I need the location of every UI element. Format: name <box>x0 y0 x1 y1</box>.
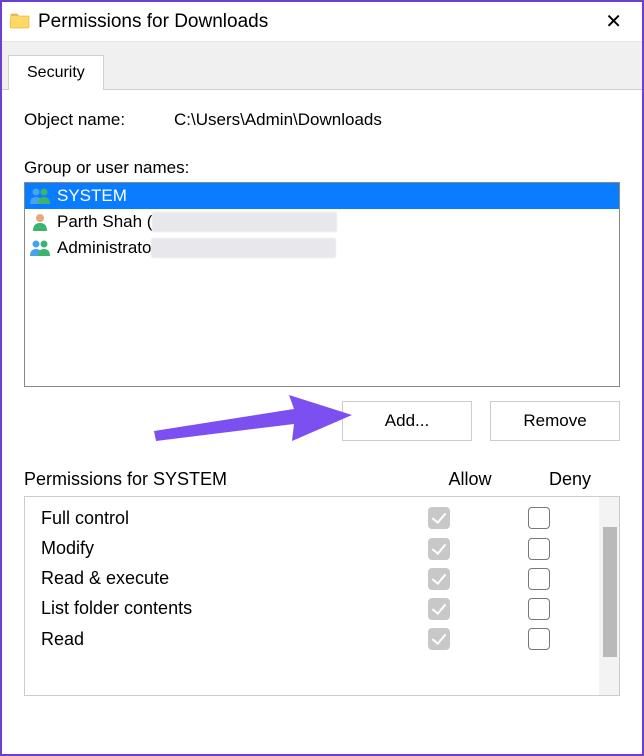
perm-row: Read & execute <box>35 564 589 594</box>
deny-checkbox[interactable] <box>528 598 550 620</box>
perm-name: Modify <box>35 538 389 559</box>
redacted-text <box>151 238 336 258</box>
perm-name: Read <box>35 629 389 650</box>
allow-checkbox[interactable] <box>428 598 450 620</box>
perm-row: Read <box>35 624 589 654</box>
perm-name: List folder contents <box>35 598 389 619</box>
object-name-row: Object name: C:\Users\Admin\Downloads <box>24 110 620 130</box>
user-name: Parth Shah ( <box>57 212 152 232</box>
permissions-dialog: Permissions for Downloads ✕ Security Obj… <box>0 0 644 756</box>
deny-column-header: Deny <box>520 469 620 490</box>
people-icon <box>29 186 51 206</box>
deny-checkbox[interactable] <box>528 538 550 560</box>
person-icon <box>29 212 51 232</box>
tab-strip: Security <box>2 42 642 90</box>
deny-checkbox[interactable] <box>528 628 550 650</box>
perm-row: Modify <box>35 533 589 563</box>
tab-security[interactable]: Security <box>8 55 104 90</box>
scrollbar-thumb[interactable] <box>603 527 617 657</box>
perm-name: Full control <box>35 508 389 529</box>
allow-column-header: Allow <box>420 469 520 490</box>
remove-button[interactable]: Remove <box>490 401 620 441</box>
folder-icon <box>10 11 30 33</box>
add-button[interactable]: Add... <box>342 401 472 441</box>
window-title: Permissions for Downloads <box>38 11 595 33</box>
perm-name: Read & execute <box>35 568 389 589</box>
user-list[interactable]: SYSTEM Parth Shah ( <box>24 182 620 387</box>
content-area: Object name: C:\Users\Admin\Downloads Gr… <box>2 90 642 754</box>
perm-row: List folder contents <box>35 594 589 624</box>
deny-checkbox[interactable] <box>528 568 550 590</box>
perm-row: Full control <box>35 503 589 533</box>
annotation-arrow-icon <box>144 389 354 453</box>
people-icon <box>29 238 51 258</box>
permissions-title: Permissions for SYSTEM <box>24 469 420 490</box>
titlebar: Permissions for Downloads ✕ <box>2 2 642 42</box>
object-name-label: Object name: <box>24 110 174 130</box>
close-button[interactable]: ✕ <box>595 9 632 34</box>
user-row-parth[interactable]: Parth Shah ( <box>25 209 619 235</box>
allow-checkbox[interactable] <box>428 628 450 650</box>
permissions-header: Permissions for SYSTEM Allow Deny <box>24 469 620 490</box>
allow-checkbox[interactable] <box>428 568 450 590</box>
allow-checkbox[interactable] <box>428 507 450 529</box>
object-name-value: C:\Users\Admin\Downloads <box>174 110 620 130</box>
permissions-table: Full control Modify Read & execute List … <box>24 496 620 696</box>
permissions-list: Full control Modify Read & execute List … <box>25 497 599 695</box>
user-name: Administrato <box>57 238 151 258</box>
user-name: SYSTEM <box>57 186 127 206</box>
user-row-admins[interactable]: Administrato <box>25 235 619 261</box>
user-row-system[interactable]: SYSTEM <box>25 183 619 209</box>
redacted-text <box>152 212 337 232</box>
allow-checkbox[interactable] <box>428 538 450 560</box>
scrollbar[interactable] <box>599 497 619 695</box>
button-row: Add... Remove <box>24 401 620 441</box>
deny-checkbox[interactable] <box>528 507 550 529</box>
group-users-label: Group or user names: <box>24 158 620 178</box>
